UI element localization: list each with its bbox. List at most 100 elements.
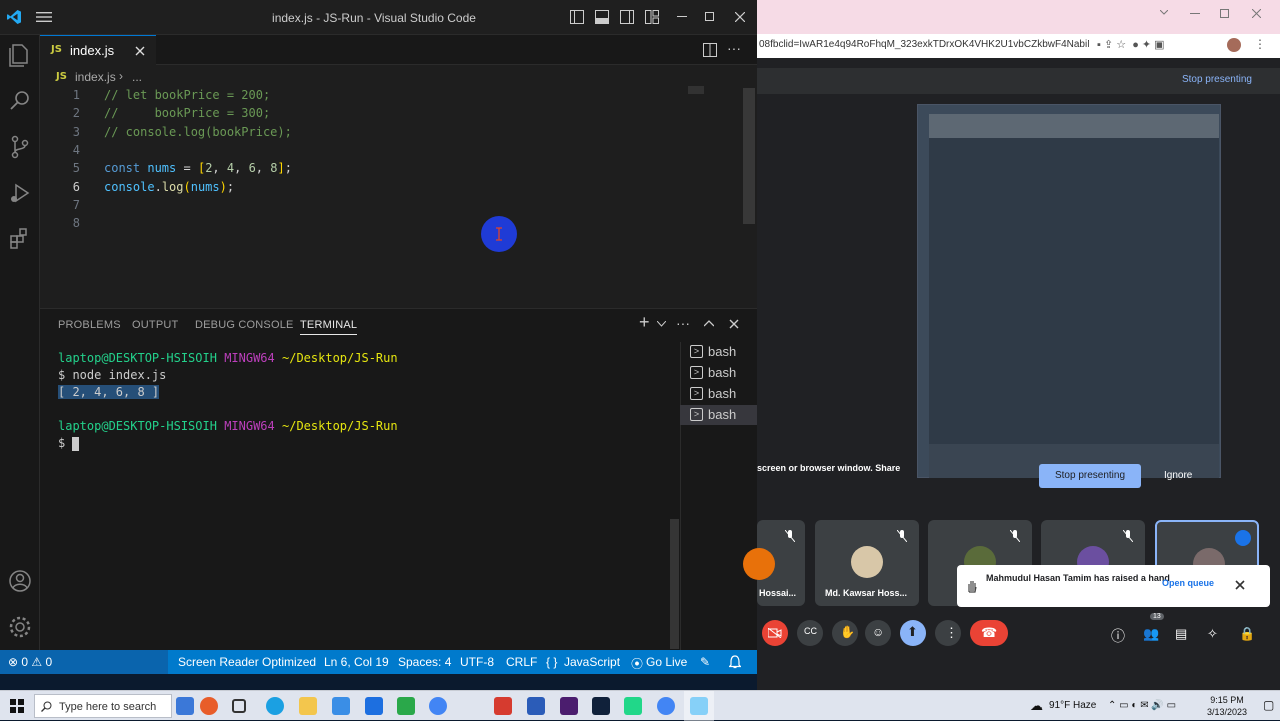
close-window-icon[interactable] bbox=[735, 12, 745, 22]
explorer-icon[interactable] bbox=[4, 39, 36, 71]
raise-hand-button[interactable]: ✋ bbox=[832, 620, 858, 646]
maximize-icon[interactable] bbox=[705, 12, 714, 21]
app-icon[interactable] bbox=[397, 697, 415, 715]
source-control-icon[interactable] bbox=[4, 131, 36, 163]
stop-presenting-link[interactable]: Stop presenting bbox=[1182, 74, 1252, 85]
tray-icons[interactable]: ⌃ ▭ ◐ ✉ 🔊 ▭ bbox=[1108, 700, 1176, 711]
run-debug-icon[interactable] bbox=[4, 177, 36, 209]
kebab-menu-icon[interactable]: ⋮ bbox=[1254, 37, 1266, 51]
activities-icon[interactable]: ✧ bbox=[1207, 626, 1218, 642]
ignore-button[interactable]: Ignore bbox=[1164, 470, 1192, 481]
settings-gear-icon[interactable] bbox=[4, 611, 36, 643]
mail-app-icon[interactable] bbox=[365, 697, 383, 715]
close-window-icon[interactable] bbox=[1252, 9, 1261, 18]
feedback-icon[interactable]: ✎ bbox=[700, 655, 710, 669]
people-icon[interactable]: 👥 bbox=[1143, 626, 1159, 642]
breadcrumb-more[interactable]: ... bbox=[132, 70, 142, 84]
minimap[interactable] bbox=[688, 86, 704, 94]
toggle-panel-icon[interactable] bbox=[595, 10, 609, 24]
breadcrumb-file[interactable]: index.js bbox=[75, 70, 116, 84]
taskbar-search[interactable]: Type here to search bbox=[34, 694, 172, 718]
language-mode[interactable]: JavaScript bbox=[564, 655, 620, 669]
host-controls-icon[interactable]: 🔒 bbox=[1239, 626, 1255, 642]
minimize-icon[interactable] bbox=[677, 16, 687, 18]
new-terminal-icon[interactable]: + bbox=[639, 312, 650, 333]
leave-call-button[interactable]: ☎ bbox=[970, 620, 1008, 646]
reactions-button[interactable]: ☺ bbox=[865, 620, 891, 646]
notifications-icon[interactable]: ▢ bbox=[1263, 698, 1274, 712]
code-editor[interactable]: 1 // let bookPrice = 200; 2 // bookPrice =… bbox=[40, 86, 757, 306]
open-queue-button[interactable]: Open queue bbox=[1162, 578, 1214, 588]
close-icon[interactable] bbox=[1235, 580, 1245, 590]
indentation[interactable]: Spaces: 4 bbox=[398, 655, 451, 669]
tab-problems[interactable]: PROBLEMS bbox=[58, 319, 121, 331]
stop-presenting-button[interactable]: Stop presenting bbox=[1039, 464, 1141, 488]
chevron-down-icon[interactable] bbox=[657, 321, 666, 327]
info-icon[interactable]: ⓘ bbox=[1111, 626, 1125, 646]
file-explorer-icon[interactable] bbox=[299, 697, 317, 715]
preview-toolbar bbox=[929, 114, 1219, 138]
tab-debug-console[interactable]: DEBUG CONSOLE bbox=[195, 319, 294, 331]
search-icon[interactable] bbox=[4, 85, 36, 117]
more-actions-icon[interactable]: ··· bbox=[727, 40, 741, 56]
photoshop-icon[interactable] bbox=[592, 697, 610, 715]
clock[interactable]: 9:15 PM 3/13/2023 bbox=[1207, 694, 1247, 718]
participant-tile[interactable]: Hossai... bbox=[743, 520, 805, 606]
more-options-button[interactable]: ⋮ bbox=[935, 620, 961, 646]
widgets-app-icon[interactable] bbox=[176, 697, 194, 715]
browser-toolbar-icons[interactable]: ▪ ⇪ ☆ ● ✦ ▣ bbox=[1097, 38, 1165, 51]
camera-off-button[interactable] bbox=[762, 620, 788, 646]
maximize-panel-icon[interactable] bbox=[704, 320, 714, 327]
go-live-button[interactable]: Go Live bbox=[646, 655, 687, 669]
toggle-secondary-sidebar-icon[interactable] bbox=[620, 10, 634, 24]
cursor-position[interactable]: Ln 6, Col 19 bbox=[324, 655, 389, 669]
participant-tile[interactable]: Md. Kawsar Hoss... bbox=[815, 520, 919, 606]
terminal-scrollbar[interactable] bbox=[670, 519, 679, 649]
terminal-icon: > bbox=[690, 387, 703, 400]
accounts-icon[interactable] bbox=[4, 565, 36, 597]
address-bar[interactable]: 08fbclid=IwAR1e4q94RoFhqM_323exkTDrxOK4V… bbox=[757, 34, 1280, 58]
profile-avatar[interactable] bbox=[1227, 38, 1241, 52]
weather-text[interactable]: 91°F Haze bbox=[1049, 700, 1096, 711]
editor-scrollbar[interactable] bbox=[743, 88, 755, 224]
close-tab-icon[interactable] bbox=[135, 46, 145, 56]
terminal-instance-active[interactable]: > bash bbox=[680, 405, 757, 425]
maximize-icon[interactable] bbox=[1220, 9, 1229, 18]
problems-status[interactable]: ⊗ 0 ⚠ 0 bbox=[8, 655, 52, 669]
present-button[interactable]: ⬆ bbox=[900, 620, 926, 646]
hamburger-menu-icon[interactable] bbox=[36, 10, 52, 24]
store-app-icon[interactable] bbox=[332, 697, 350, 715]
terminal-instance[interactable]: > bash bbox=[680, 363, 757, 383]
pycharm-icon[interactable] bbox=[624, 697, 642, 715]
code-text: // console.log(bookPrice); bbox=[104, 125, 292, 139]
windows-start-icon[interactable] bbox=[10, 699, 24, 713]
terminal-instance[interactable]: > bash bbox=[680, 384, 757, 404]
tab-terminal[interactable]: TERMINAL bbox=[300, 319, 358, 335]
customize-layout-icon[interactable] bbox=[645, 10, 659, 24]
screen-reader-status[interactable]: Screen Reader Optimized bbox=[178, 655, 316, 669]
close-panel-icon[interactable] bbox=[729, 319, 739, 329]
tab-index-js[interactable]: JS index.js bbox=[40, 35, 156, 65]
task-view-icon[interactable] bbox=[232, 699, 246, 713]
terminal-instance[interactable]: > bash bbox=[680, 342, 757, 362]
premiere-icon[interactable] bbox=[560, 697, 578, 715]
toggle-sidebar-icon[interactable] bbox=[570, 10, 584, 24]
more-actions-icon[interactable]: ··· bbox=[676, 315, 690, 331]
edge-browser-icon[interactable] bbox=[266, 697, 284, 715]
encoding[interactable]: UTF-8 bbox=[460, 655, 494, 669]
powerpoint-icon[interactable] bbox=[494, 697, 512, 715]
line-ending[interactable]: CRLF bbox=[506, 655, 537, 669]
chevron-down-icon[interactable] bbox=[1160, 10, 1168, 15]
captions-button[interactable]: CC bbox=[797, 620, 823, 646]
tab-output[interactable]: OUTPUT bbox=[132, 319, 178, 331]
extensions-icon[interactable] bbox=[4, 223, 36, 255]
basketball-app-icon[interactable] bbox=[200, 697, 218, 715]
terminal-output[interactable]: laptop@DESKTOP-HSISOIH MINGW64 ~/Desktop… bbox=[58, 350, 678, 452]
chat-icon[interactable]: ▤ bbox=[1175, 626, 1187, 642]
chrome-icon[interactable] bbox=[657, 697, 675, 715]
minimize-icon[interactable] bbox=[1190, 13, 1200, 14]
notifications-bell-icon[interactable] bbox=[729, 655, 741, 669]
split-editor-icon[interactable] bbox=[703, 43, 717, 57]
word-icon[interactable] bbox=[527, 697, 545, 715]
chrome-icon[interactable] bbox=[429, 697, 447, 715]
